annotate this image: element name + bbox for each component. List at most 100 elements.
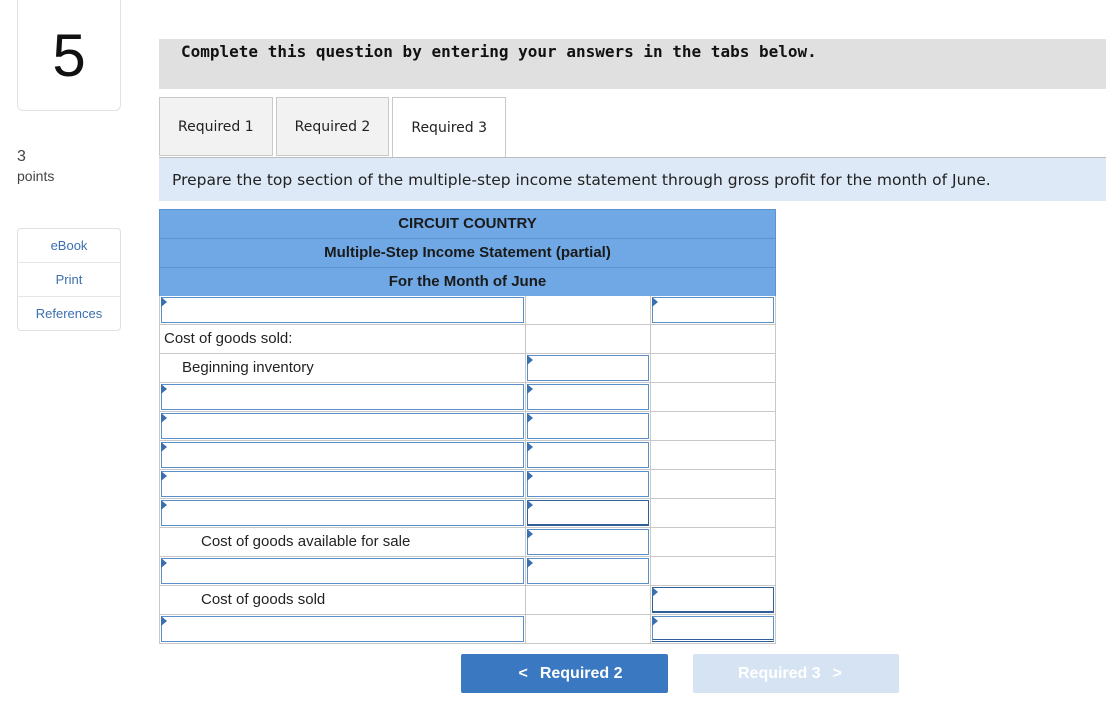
- amount-input[interactable]: [527, 471, 649, 497]
- statement-row: [160, 412, 776, 441]
- dropdown-arrow-icon: [161, 297, 167, 307]
- points-label: points: [17, 168, 55, 184]
- amount-input[interactable]: [652, 587, 774, 613]
- statement-row: Cost of goods sold:: [160, 325, 776, 354]
- tab-required-3[interactable]: Required 3: [392, 97, 507, 158]
- amount-input[interactable]: [652, 616, 774, 642]
- statement-cell: [160, 499, 526, 528]
- statement-cell: [526, 383, 651, 412]
- amount-input[interactable]: [527, 442, 649, 468]
- statement-cell: [651, 412, 776, 441]
- statement-cell: [526, 296, 651, 325]
- statement-cell: [651, 383, 776, 412]
- row-label: Cost of goods available for sale: [201, 533, 411, 550]
- statement-cell: [160, 615, 526, 644]
- row-label: Cost of goods sold: [201, 591, 326, 608]
- points-info: 3 points: [17, 148, 54, 184]
- statement-cell: Beginning inventory: [160, 354, 526, 383]
- dropdown-arrow-icon: [527, 529, 533, 539]
- account-select[interactable]: [161, 442, 524, 468]
- dropdown-arrow-icon: [527, 442, 533, 452]
- statement-row: Cost of goods available for sale: [160, 528, 776, 557]
- statement-cell: Cost of goods available for sale: [160, 528, 526, 557]
- statement-cell: [160, 296, 526, 325]
- statement-cell: [526, 499, 651, 528]
- instruction-bar: Prepare the top section of the multiple-…: [159, 158, 1106, 201]
- statement-cell: [651, 296, 776, 325]
- statement-cell: [526, 354, 651, 383]
- question-number-box: 5: [17, 0, 121, 111]
- statement-cell: [160, 412, 526, 441]
- dropdown-arrow-icon: [652, 297, 658, 307]
- account-select[interactable]: [161, 297, 524, 323]
- statement-cell: [526, 470, 651, 499]
- statement-row: Beginning inventory: [160, 354, 776, 383]
- statement-rows: Cost of goods sold: Beginning inventory Co…: [159, 296, 776, 644]
- prev-button-label: Required 2: [539, 664, 623, 682]
- statement-title: Multiple-Step Income Statement (partial): [159, 238, 776, 267]
- dropdown-arrow-icon: [161, 413, 167, 423]
- question-number: 5: [52, 21, 86, 89]
- statement-cell: [526, 557, 651, 586]
- statement-cell: [526, 325, 651, 354]
- dropdown-arrow-icon: [161, 471, 167, 481]
- amount-input[interactable]: [527, 413, 649, 439]
- account-select[interactable]: [161, 413, 524, 439]
- dropdown-arrow-icon: [527, 413, 533, 423]
- dropdown-arrow-icon: [161, 384, 167, 394]
- statement-cell: [160, 470, 526, 499]
- account-select[interactable]: [161, 616, 524, 642]
- statement-cell: [526, 441, 651, 470]
- dropdown-arrow-icon: [161, 616, 167, 626]
- statement-cell: [160, 441, 526, 470]
- print-link[interactable]: Print: [18, 263, 120, 297]
- dropdown-arrow-icon: [527, 471, 533, 481]
- dropdown-arrow-icon: [161, 500, 167, 510]
- statement-cell: [651, 528, 776, 557]
- account-select[interactable]: [161, 500, 524, 526]
- row-label: Beginning inventory: [182, 359, 314, 376]
- statement-cell: [526, 615, 651, 644]
- amount-input[interactable]: [527, 529, 649, 555]
- instructions-banner: Complete this question by entering your …: [159, 39, 1106, 89]
- account-select[interactable]: [161, 471, 524, 497]
- account-select[interactable]: [161, 384, 524, 410]
- tab-required-2[interactable]: Required 2: [275, 97, 390, 156]
- statement-cell: [651, 615, 776, 644]
- statement-cell: Cost of goods sold:: [160, 325, 526, 354]
- prev-button[interactable]: < Required 2: [461, 654, 668, 693]
- statement-cell: [651, 325, 776, 354]
- account-select[interactable]: [161, 558, 524, 584]
- statement-row: [160, 383, 776, 412]
- dropdown-arrow-icon: [527, 355, 533, 365]
- statement-row: Cost of goods sold: [160, 586, 776, 615]
- statement-cell: [526, 586, 651, 615]
- tab-required-1[interactable]: Required 1: [159, 97, 273, 156]
- amount-input[interactable]: [527, 384, 649, 410]
- chevron-left-icon: <: [518, 664, 528, 682]
- dropdown-arrow-icon: [161, 558, 167, 568]
- references-link[interactable]: References: [18, 297, 120, 330]
- dropdown-arrow-icon: [527, 384, 533, 394]
- dropdown-arrow-icon: [652, 587, 658, 597]
- amount-input[interactable]: [527, 500, 649, 526]
- statement-period: For the Month of June: [159, 267, 776, 296]
- banner-text: Complete this question by entering your …: [181, 42, 817, 61]
- points-value: 3: [17, 148, 26, 165]
- statement-cell: [651, 470, 776, 499]
- side-links: eBook Print References: [17, 228, 121, 331]
- amount-input[interactable]: [652, 297, 774, 323]
- statement-cell: [651, 586, 776, 615]
- statement-cell: [651, 354, 776, 383]
- dropdown-arrow-icon: [161, 442, 167, 452]
- ebook-link[interactable]: eBook: [18, 229, 120, 263]
- income-statement: CIRCUIT COUNTRY Multiple-Step Income Sta…: [159, 209, 776, 644]
- next-button[interactable]: Required 3 >: [693, 654, 899, 693]
- statement-cell: [651, 441, 776, 470]
- statement-row: [160, 615, 776, 644]
- statement-cell: [160, 383, 526, 412]
- amount-input[interactable]: [527, 355, 649, 381]
- chevron-right-icon: >: [832, 664, 843, 682]
- amount-input[interactable]: [527, 558, 649, 584]
- tab-bar: Required 1 Required 2 Required 3: [159, 97, 509, 158]
